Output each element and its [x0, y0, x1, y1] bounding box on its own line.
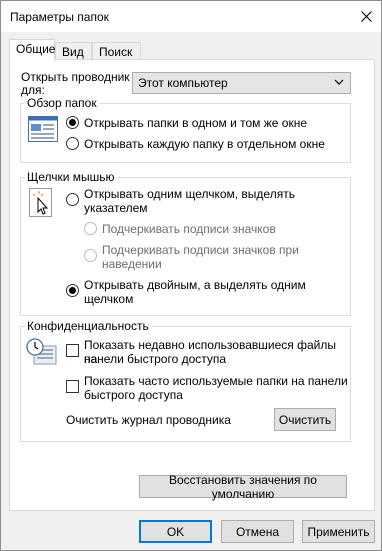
close-icon [360, 11, 372, 22]
tab-general-label: Общие [16, 42, 56, 56]
cursor-click-icon [29, 188, 52, 217]
radio-new-window[interactable] [66, 137, 79, 150]
checkbox-recent-files-label-line2: панели быстрого доступа [84, 352, 227, 366]
radio-underline-hover[interactable] [84, 249, 97, 262]
apply-button[interactable]: Применить [302, 520, 375, 543]
radio-underline-always[interactable] [84, 222, 97, 235]
radio-double-click-label-line2: щелчком [84, 292, 134, 306]
radio-single-click-label-line1: Открывать одним щелчком, выделять [84, 187, 295, 201]
radio-same-window[interactable] [66, 116, 79, 129]
radio-underline-hover-label-line2: наведении [102, 257, 162, 271]
tab-view-label: Вид [62, 45, 84, 59]
ok-button[interactable]: OK [139, 520, 212, 543]
click-items-group: Щелчки мышью Открывать одним щелчком, вы… [20, 170, 351, 316]
radio-double-click-label-line1: Открывать двойным, а выделять одним [84, 278, 306, 292]
open-explorer-label-line1: Открыть проводник [21, 70, 130, 84]
tab-search-label: Поиск [99, 45, 133, 59]
close-button[interactable] [351, 1, 381, 32]
chevron-down-icon [334, 79, 344, 85]
click-items-title: Щелчки мышью [25, 170, 117, 184]
radio-underline-always-label: Подчеркивать подписи значков [102, 222, 276, 236]
privacy-clock-icon [26, 338, 57, 365]
cancel-button[interactable]: Отмена [221, 520, 294, 543]
folder-window-icon [28, 116, 58, 142]
general-tab-panel: Открыть проводник для: Этот компьютер Об… [9, 59, 375, 511]
folder-options-window: Параметры папок Общие Вид Поиск Открыть … [0, 0, 382, 551]
title-bar: Параметры папок [1, 1, 381, 32]
tab-search[interactable]: Поиск [92, 42, 141, 60]
open-explorer-select-value: Этот компьютер [138, 76, 228, 90]
radio-double-click[interactable] [66, 284, 79, 297]
checkbox-frequent-folders[interactable] [66, 380, 79, 393]
radio-new-window-label: Открывать каждую папку в отдельном окне [84, 137, 325, 151]
radio-single-click-label-line2: указателем [84, 201, 148, 215]
checkbox-recent-files[interactable] [66, 344, 79, 357]
browse-folders-group: Обзор папок Открывать папки в одном и то… [20, 96, 351, 163]
radio-same-window-label: Открывать папки в одном и том же окне [84, 116, 307, 130]
checkbox-frequent-folders-label-line1: Показать часто используемые папки на пан… [84, 374, 348, 388]
checkbox-frequent-folders-label-line2: быстрого доступа [84, 388, 183, 402]
tab-general[interactable]: Общие [9, 39, 55, 61]
radio-underline-hover-label-line1: Подчеркивать подписи значков при [102, 243, 299, 257]
privacy-title: Конфиденциальность [25, 319, 151, 333]
browse-folders-title: Обзор папок [25, 96, 99, 110]
radio-single-click[interactable] [66, 193, 79, 206]
open-explorer-label-line2: для: [21, 83, 45, 97]
clear-history-button[interactable]: Очистить [274, 408, 336, 431]
clear-history-label: Очистить журнал проводника [66, 413, 231, 427]
window-title: Параметры папок [10, 10, 109, 24]
restore-defaults-button[interactable]: Восстановить значения по умолчанию [139, 473, 347, 501]
privacy-group: Конфиденциальность Показать недавно испо… [20, 319, 351, 442]
tab-view[interactable]: Вид [55, 42, 92, 60]
open-explorer-select[interactable]: Этот компьютер [132, 72, 351, 94]
